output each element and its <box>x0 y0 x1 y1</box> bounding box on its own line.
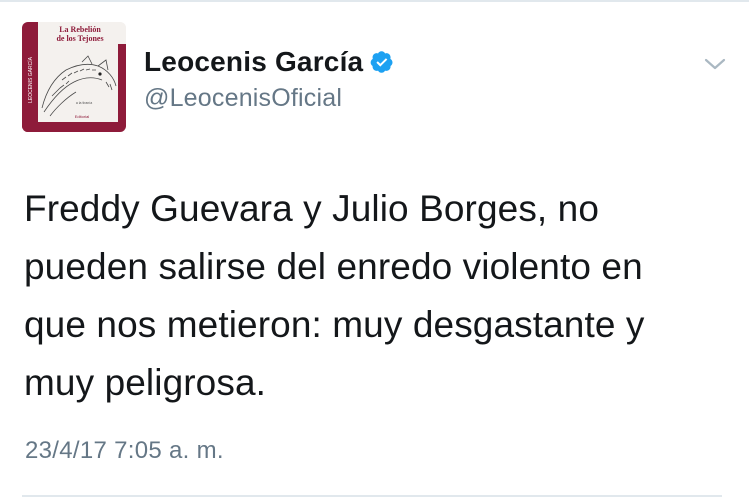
verified-badge-icon <box>370 51 393 73</box>
tweet-timestamp[interactable]: 23/4/17 7:05 a. m. <box>25 437 224 465</box>
tweet-text: Freddy Guevara y Julio Borges, no pueden… <box>24 188 645 403</box>
tweet-header: Leocenis García @LeocenisOficial <box>144 44 394 113</box>
book-title-line2: de los Tejones <box>56 34 103 43</box>
book-title-line1: La Rebelión <box>59 25 101 34</box>
display-name[interactable]: Leocenis García <box>144 46 363 78</box>
top-divider <box>0 0 749 2</box>
chevron-down-icon[interactable] <box>700 52 730 76</box>
book-author-vertical: LEOCENIS GARCÍA <box>27 56 34 103</box>
book-publisher: Editorial <box>75 114 90 119</box>
book-subtitle: a la tiranía <box>76 101 92 105</box>
book-cover-image: LEOCENIS GARCÍA La Rebelión de los Tejon… <box>22 22 126 132</box>
bottom-divider <box>22 495 722 497</box>
name-row: Leocenis García <box>144 44 394 80</box>
user-handle[interactable]: @LeocenisOficial <box>144 84 394 113</box>
profile-avatar[interactable]: LEOCENIS GARCÍA La Rebelión de los Tejon… <box>22 22 126 132</box>
